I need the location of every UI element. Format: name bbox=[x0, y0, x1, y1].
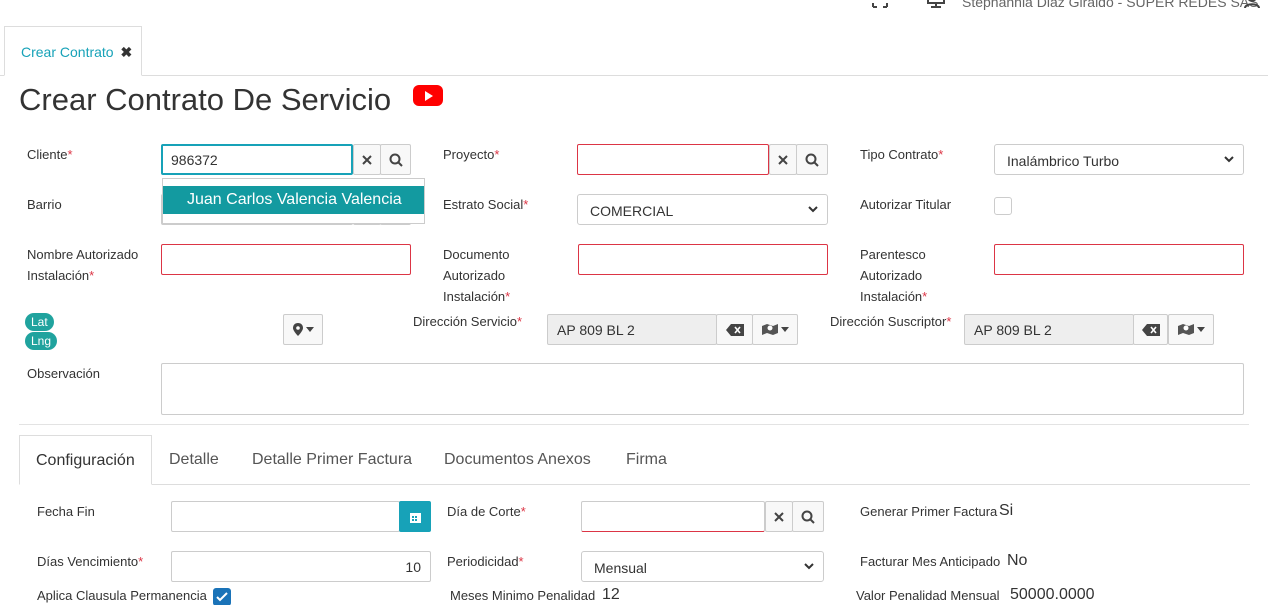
facturar-mes-anticipado-value: No bbox=[1007, 552, 1028, 569]
dias-vencimiento-input[interactable] bbox=[171, 551, 431, 582]
parentesco-autorizado-input[interactable] bbox=[994, 244, 1244, 275]
direccion-servicio-label: Dirección Servicio* bbox=[413, 314, 523, 329]
dias-vencimiento-label: Días Vencimiento* bbox=[37, 554, 144, 569]
nombre-autorizado-input[interactable] bbox=[161, 244, 411, 275]
clear-dia-corte-button[interactable] bbox=[765, 501, 793, 532]
tab-documentos-anexos[interactable]: Documentos Anexos bbox=[444, 435, 591, 485]
autorizar-titular-label: Autorizar Titular bbox=[860, 197, 952, 212]
clear-proyecto-button[interactable] bbox=[769, 144, 797, 175]
contract-form: Cliente* Proyecto* Tipo Contrato* Inalám… bbox=[19, 128, 1249, 425]
tab-crear-contrato[interactable]: Crear Contrato ✖ bbox=[4, 26, 142, 76]
tab-configuracion[interactable]: Configuración bbox=[19, 435, 152, 485]
documento-autorizado-label: Documento Autorizado Instalación* bbox=[443, 247, 511, 304]
page-title: Crear Contrato De Servicio bbox=[19, 82, 392, 117]
caret-down-icon bbox=[305, 327, 314, 332]
direccion-servicio-input[interactable] bbox=[547, 314, 717, 345]
tab-crear-contrato-label: Crear Contrato bbox=[21, 44, 114, 60]
lat-badge: Lat bbox=[25, 313, 54, 331]
top-bar: Stephannia Diaz Giraldo - SUPER REDES SA… bbox=[0, 0, 1275, 12]
estrato-social-label: Estrato Social* bbox=[443, 197, 529, 212]
autorizar-titular-checkbox[interactable] bbox=[994, 197, 1012, 215]
barrio-label: Barrio bbox=[27, 197, 62, 212]
tipo-contrato-label: Tipo Contrato* bbox=[860, 147, 944, 162]
caret-down-icon bbox=[780, 327, 789, 332]
periodicidad-value: Mensual bbox=[594, 560, 647, 576]
clear-cliente-button[interactable] bbox=[353, 144, 381, 175]
fecha-fin-label: Fecha Fin bbox=[37, 504, 95, 519]
close-icon[interactable]: ✖ bbox=[120, 44, 132, 60]
lng-badge: Lng bbox=[25, 332, 58, 350]
map-direccion-suscriptor-button[interactable] bbox=[1168, 314, 1214, 345]
calendar-icon bbox=[409, 512, 421, 523]
periodicidad-label: Periodicidad* bbox=[447, 554, 524, 569]
map-direccion-servicio-button[interactable] bbox=[752, 314, 798, 345]
proyecto-label: Proyecto* bbox=[443, 147, 500, 162]
cliente-input[interactable] bbox=[161, 144, 353, 175]
tab-detalle-primer-factura[interactable]: Detalle Primer Factura bbox=[252, 435, 412, 485]
calendar-button[interactable] bbox=[399, 501, 431, 532]
nombre-autorizado-label: Nombre Autorizado Instalación* bbox=[27, 247, 139, 283]
aplica-clausula-label: Aplica Clausula Permanencia bbox=[37, 588, 207, 603]
valor-penalidad-label: Valor Penalidad Mensual bbox=[856, 588, 1000, 603]
clear-icon bbox=[774, 511, 784, 522]
suggestion-item[interactable]: Juan Carlos Valencia Valencia bbox=[163, 186, 424, 214]
search-cliente-button[interactable] bbox=[380, 144, 411, 175]
dia-corte-label: Día de Corte* bbox=[447, 504, 526, 519]
map-icon bbox=[761, 324, 778, 335]
search-icon bbox=[389, 153, 403, 167]
clear-icon bbox=[778, 154, 788, 165]
estrato-social-value: COMERCIAL bbox=[590, 203, 674, 219]
tipo-contrato-value: Inalámbrico Turbo bbox=[1007, 153, 1120, 169]
tipo-contrato-select[interactable]: Inalámbrico Turbo bbox=[994, 144, 1244, 175]
generar-primer-factura-value: Si bbox=[999, 502, 1014, 519]
search-dia-corte-button[interactable] bbox=[792, 501, 824, 532]
direccion-suscriptor-input[interactable] bbox=[964, 314, 1134, 345]
estrato-social-select[interactable]: COMERCIAL bbox=[577, 194, 828, 225]
proyecto-input[interactable] bbox=[577, 144, 769, 175]
periodicidad-select[interactable]: Mensual bbox=[581, 551, 824, 582]
meses-minimo-value: 12 bbox=[602, 586, 620, 603]
caret-down-icon bbox=[1196, 327, 1205, 332]
documento-autorizado-input[interactable] bbox=[578, 244, 828, 275]
chevron-down-icon bbox=[804, 563, 814, 570]
checkmark-icon bbox=[216, 592, 228, 602]
clear-direccion-suscriptor-button[interactable] bbox=[1133, 314, 1168, 345]
clear-icon bbox=[362, 154, 372, 165]
meses-minimo-label: Meses Minimo Penalidad bbox=[450, 588, 596, 603]
map-icon bbox=[1177, 324, 1194, 335]
fecha-fin-input[interactable] bbox=[171, 501, 400, 532]
configuracion-panel: Fecha Fin Día de Corte* Generar Primer F… bbox=[19, 486, 1250, 605]
map-marker-button[interactable] bbox=[283, 314, 323, 345]
facturar-mes-anticipado-label: Facturar Mes Anticipado bbox=[860, 554, 1001, 569]
search-icon bbox=[805, 153, 819, 167]
observacion-label: Observación bbox=[27, 366, 100, 381]
youtube-icon[interactable] bbox=[413, 85, 443, 106]
search-proyecto-button[interactable] bbox=[796, 144, 828, 175]
generar-primer-factura-label: Generar Primer Factura bbox=[860, 504, 998, 519]
contract-tabs: Configuración Detalle Detalle Primer Fac… bbox=[19, 435, 1250, 485]
user-name[interactable]: Stephannia Diaz Giraldo - SUPER REDES SA… bbox=[962, 0, 1258, 10]
parentesco-autorizado-label: Parentesco Autorizado Instalación* bbox=[860, 247, 928, 304]
backspace-icon bbox=[725, 323, 744, 336]
cliente-label: Cliente* bbox=[27, 147, 73, 162]
tab-firma[interactable]: Firma bbox=[626, 435, 667, 485]
backspace-icon bbox=[1141, 323, 1160, 336]
aplica-clausula-checkbox[interactable] bbox=[213, 588, 231, 605]
tab-detalle[interactable]: Detalle bbox=[169, 435, 219, 485]
clear-direccion-servicio-button[interactable] bbox=[716, 314, 753, 345]
direccion-suscriptor-label: Dirección Suscriptor* bbox=[830, 314, 952, 329]
page-tab-bar: Crear Contrato ✖ bbox=[0, 26, 1268, 76]
observacion-textarea[interactable] bbox=[161, 363, 1244, 415]
search-icon bbox=[801, 510, 815, 524]
monitor-icon[interactable] bbox=[925, 0, 947, 8]
chevron-down-icon bbox=[808, 206, 818, 213]
user-icon[interactable] bbox=[1243, 0, 1261, 8]
cliente-suggestion-dropdown: Juan Carlos Valencia Valencia bbox=[162, 178, 425, 224]
dia-corte-input[interactable] bbox=[581, 501, 765, 532]
map-marker-icon bbox=[292, 323, 303, 336]
valor-penalidad-value: 50000.0000 bbox=[1010, 586, 1095, 603]
fullscreen-icon[interactable] bbox=[872, 0, 888, 8]
chevron-down-icon bbox=[1224, 156, 1234, 163]
